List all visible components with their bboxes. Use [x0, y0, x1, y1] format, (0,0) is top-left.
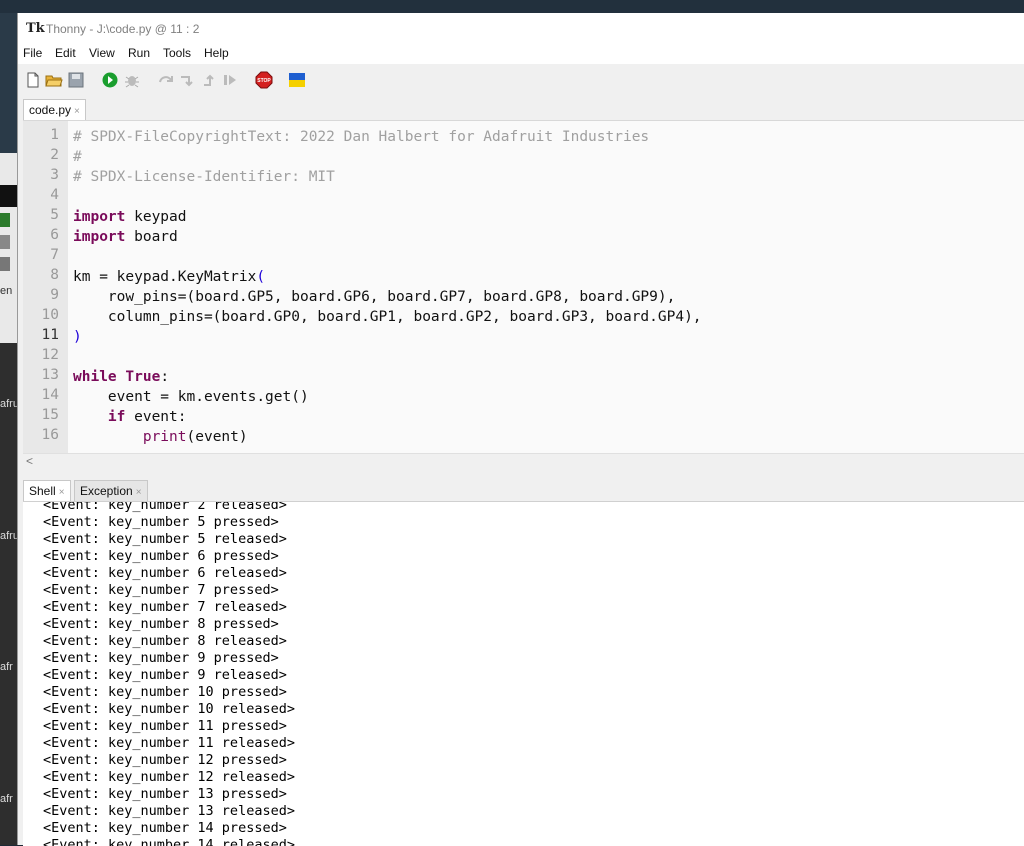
close-icon[interactable]: × [59, 487, 65, 498]
line-number: 1 [50, 127, 59, 143]
code-line: while True: [73, 369, 170, 385]
code-line: # SPDX-FileCopyrightText: 2022 Dan Halbe… [73, 129, 650, 145]
line-number: 15 [41, 407, 59, 423]
code-line: # [73, 149, 82, 165]
editor-horizontal-scrollbar[interactable]: < [23, 453, 1024, 471]
tab-label: code.py [29, 103, 72, 117]
line-number: 11 [41, 327, 59, 343]
code-line: event = km.events.get() [73, 389, 309, 405]
code-line: import board [73, 229, 178, 245]
shell-line: <Event: key_number 10 pressed> [43, 684, 287, 700]
bg-label: afr [0, 661, 13, 673]
open-file-icon[interactable] [45, 71, 63, 89]
shell-line: <Event: key_number 13 released> [43, 803, 295, 819]
step-over-icon[interactable] [157, 71, 175, 89]
shell-line: <Event: key_number 7 released> [43, 599, 287, 615]
line-number: 9 [50, 287, 59, 303]
line-number: 5 [50, 207, 59, 223]
code-line: row_pins=(board.GP5, board.GP6, board.GP… [73, 289, 676, 305]
code-line: import keypad [73, 209, 187, 225]
code-line: if event: [107, 409, 187, 425]
stop-icon[interactable]: STOP [255, 71, 273, 89]
tab-code-py[interactable]: code.py × [23, 99, 86, 120]
bg-window-strip [0, 13, 17, 153]
bg-label: afr [0, 793, 13, 805]
line-number: 7 [50, 247, 59, 263]
menu-bar: File Edit View Run Tools Help [18, 44, 1024, 64]
menu-view[interactable]: View [89, 46, 115, 60]
shell-line: <Event: key_number 6 released> [43, 565, 287, 581]
shell-line: <Event: key_number 14 pressed> [43, 820, 287, 836]
line-number: 6 [50, 227, 59, 243]
line-number-gutter: 1 2 3 4 5 6 7 8 9 10 11 12 13 14 15 16 [23, 121, 68, 454]
toolbar: STOP [18, 64, 1024, 98]
shell-line: <Event: key_number 13 pressed> [43, 786, 287, 802]
code-line: # SPDX-License-Identifier: MIT [73, 169, 335, 185]
code-line: ) [73, 329, 82, 345]
shell-tab-strip: Shell × Exception × [18, 479, 1024, 501]
shell-line: <Event: key_number 2 released> [43, 501, 287, 513]
tab-exception[interactable]: Exception × [74, 480, 148, 501]
tab-shell[interactable]: Shell × [23, 480, 71, 501]
shell-line: <Event: key_number 9 released> [43, 667, 287, 683]
save-icon[interactable] [67, 71, 85, 89]
ukraine-flag-icon[interactable] [288, 71, 306, 89]
shell-line: <Event: key_number 8 released> [43, 633, 287, 649]
menu-tools[interactable]: Tools [163, 46, 191, 60]
close-icon[interactable]: × [74, 106, 80, 117]
menu-help[interactable]: Help [204, 46, 229, 60]
shell-line: <Event: key_number 7 pressed> [43, 582, 279, 598]
shell-line: <Event: key_number 12 pressed> [43, 752, 287, 768]
bg-label: afru [0, 398, 17, 410]
editor-tab-strip: code.py × [18, 98, 1024, 120]
menu-file[interactable]: File [23, 46, 42, 60]
close-icon[interactable]: × [136, 487, 142, 498]
shell-line: <Event: key_number 9 pressed> [43, 650, 279, 666]
line-number: 12 [41, 347, 59, 363]
menu-edit[interactable]: Edit [55, 46, 76, 60]
shell-line: <Event: key_number 5 released> [43, 531, 287, 547]
shell-line: <Event: key_number 8 pressed> [43, 616, 279, 632]
new-file-icon[interactable] [24, 71, 42, 89]
shell-line: <Event: key_number 6 pressed> [43, 548, 279, 564]
bg-label: afru [0, 530, 17, 542]
step-out-icon[interactable] [200, 71, 218, 89]
code-line: km = keypad.KeyMatrix( [73, 269, 266, 285]
shell-line: <Event: key_number 10 released> [43, 701, 295, 717]
line-number: 2 [50, 147, 59, 163]
code-editor[interactable]: 1 2 3 4 5 6 7 8 9 10 11 12 13 14 15 16 # SPDX-FileCopyr… [23, 120, 1024, 454]
stop-label: STOP [257, 78, 271, 84]
bg-window-strip: en [0, 153, 17, 343]
desktop-background [0, 0, 1024, 13]
bg-window-strip: afru afru afr afr [0, 343, 17, 845]
line-number: 14 [41, 387, 59, 403]
debug-icon[interactable] [123, 71, 141, 89]
code-line: column_pins=(board.GP0, board.GP1, board… [73, 309, 702, 325]
shell-output[interactable]: <Event: key_number 2 released> <Event: ke… [23, 501, 1024, 846]
shell-line: <Event: key_number 12 released> [43, 769, 295, 785]
shell-line: <Event: key_number 11 pressed> [43, 718, 287, 734]
bg-label: en [0, 285, 13, 297]
line-number: 13 [41, 367, 59, 383]
shell-line: <Event: key_number 11 released> [43, 735, 295, 751]
thonny-logo-icon: Tk [26, 21, 45, 36]
line-number: 10 [41, 307, 59, 323]
thonny-window: Tk Thonny - J:\code.py @ 11 : 2 File Edi… [17, 13, 1024, 846]
code-area[interactable]: # SPDX-FileCopyrightText: 2022 Dan Halbe… [73, 121, 1023, 454]
run-icon[interactable] [101, 71, 119, 89]
line-number: 3 [50, 167, 59, 183]
line-number: 4 [50, 187, 59, 203]
resume-icon[interactable] [221, 71, 239, 89]
code-line: print(event) [142, 429, 248, 445]
tab-label: Shell [29, 484, 56, 498]
scroll-left-icon[interactable]: < [26, 454, 33, 468]
menu-run[interactable]: Run [128, 46, 150, 60]
shell-line: <Event: key_number 5 pressed> [43, 514, 279, 530]
line-number: 16 [41, 427, 59, 443]
tab-label: Exception [80, 484, 133, 498]
title-bar[interactable]: Tk Thonny - J:\code.py @ 11 : 2 [18, 13, 1024, 44]
line-number: 8 [50, 267, 59, 283]
step-into-icon[interactable] [178, 71, 196, 89]
window-title: Thonny - J:\code.py @ 11 : 2 [46, 22, 200, 36]
